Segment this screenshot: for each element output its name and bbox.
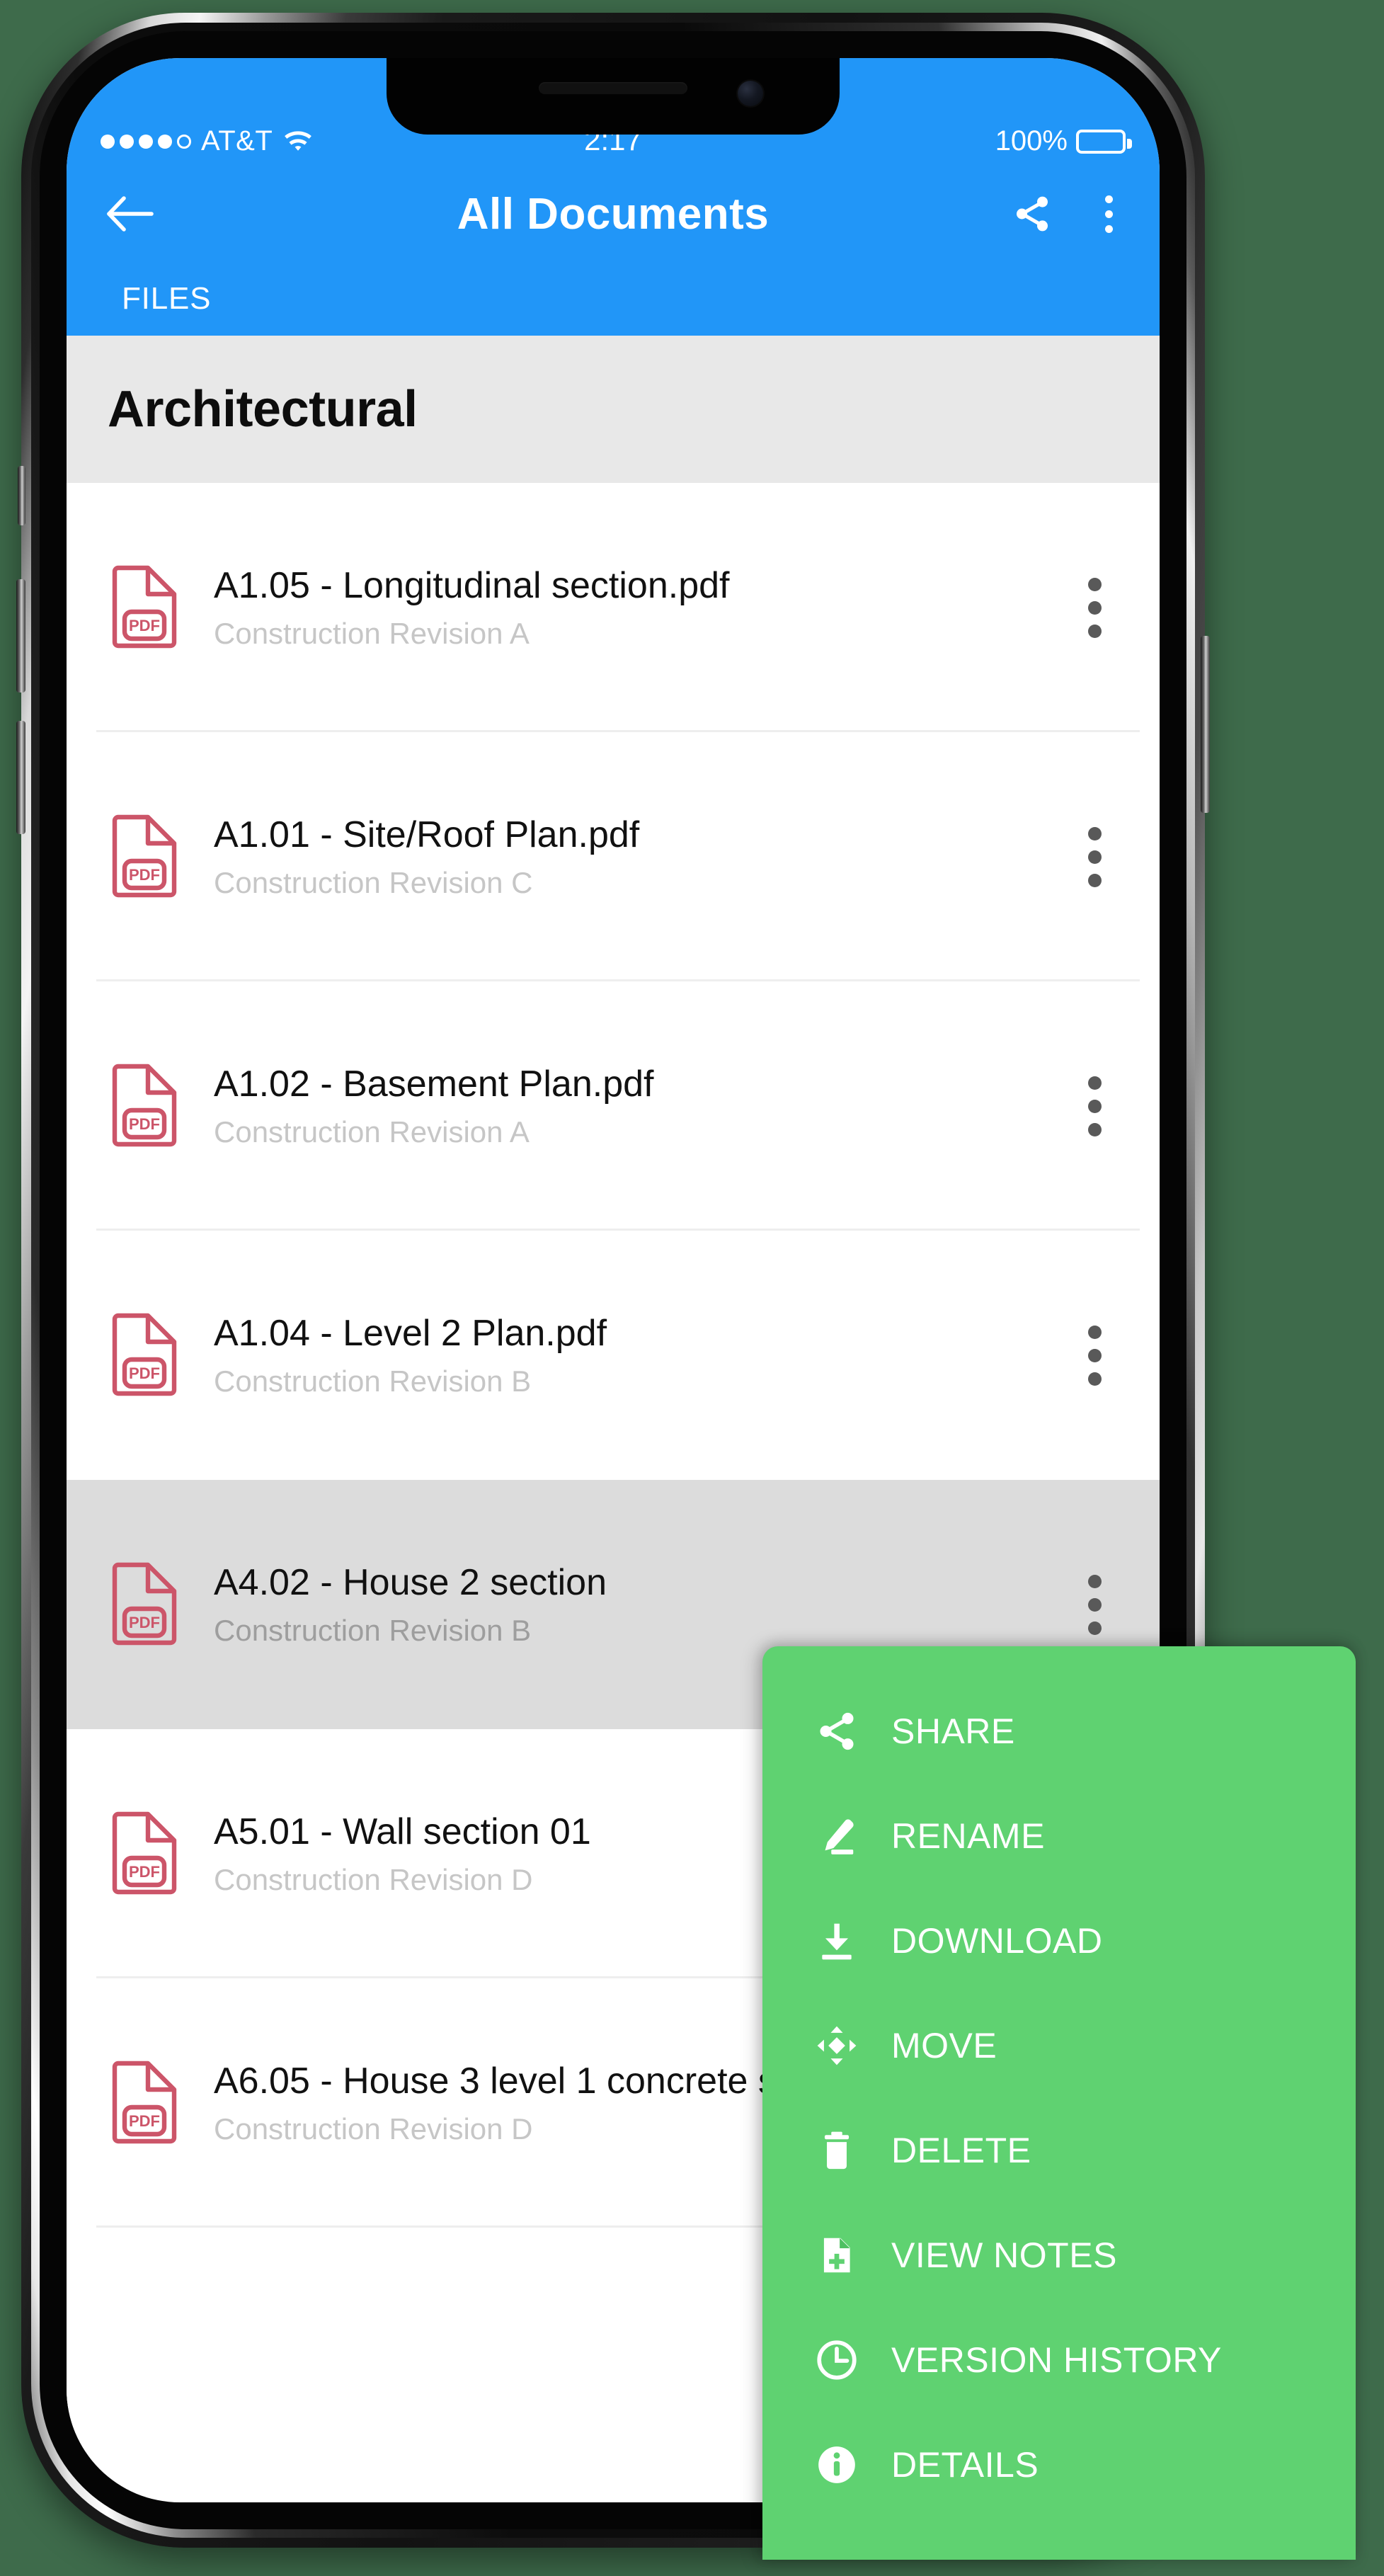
svg-text:PDF: PDF — [129, 1863, 160, 1881]
front-camera-icon — [738, 81, 763, 106]
file-name: A1.05 - Longitudinal section.pdf — [214, 565, 730, 607]
section-header: Architectural — [67, 336, 1160, 483]
pdf-file-icon: PDF — [109, 1313, 183, 1398]
share-icon[interactable] — [1010, 191, 1055, 236]
share-icon — [812, 1706, 862, 1756]
file-subtitle: Construction Revision A — [214, 1115, 530, 1149]
file-text: A1.05 - Longitudinal section.pdf Constru… — [214, 565, 1052, 649]
menu-item-version-history[interactable]: VERSION HISTORY — [762, 2308, 1356, 2412]
back-arrow-icon[interactable] — [103, 188, 156, 240]
signal-strength-icon — [101, 134, 191, 149]
file-text: A1.04 - Level 2 Plan.pdf Construction Re… — [214, 1313, 1052, 1397]
tab-bar: FILES — [67, 262, 1160, 336]
menu-item-label: MOVE — [891, 2026, 997, 2065]
row-more-vertical-icon[interactable] — [1069, 1574, 1120, 1635]
tab-files[interactable]: FILES — [122, 281, 211, 317]
table-row[interactable]: PDF A1.04 - Level 2 Plan.pdf Constructio… — [67, 1231, 1160, 1480]
row-more-vertical-icon[interactable] — [1069, 826, 1120, 887]
info-circle-icon — [812, 2440, 862, 2490]
file-text: A1.01 - Site/Roof Plan.pdf Construction … — [214, 814, 1052, 899]
menu-item-move[interactable]: MOVE — [762, 1993, 1356, 2098]
volume-down-button[interactable] — [16, 721, 25, 834]
menu-item-details[interactable]: DETAILS — [762, 2412, 1356, 2517]
section-title: Architectural — [108, 381, 418, 438]
battery-icon — [1076, 129, 1132, 154]
device-notch — [387, 58, 840, 135]
menu-item-label: SHARE — [891, 1711, 1015, 1751]
file-subtitle: Construction Revision C — [214, 865, 533, 899]
power-button[interactable] — [1201, 636, 1210, 813]
carrier-label: AT&T — [201, 125, 273, 156]
menu-item-view-notes[interactable]: VIEW NOTES — [762, 2203, 1356, 2308]
battery-percent-label: 100% — [995, 125, 1068, 156]
silent-switch[interactable] — [18, 466, 25, 525]
file-subtitle: Construction Revision A — [214, 616, 530, 650]
menu-item-download[interactable]: DOWNLOAD — [762, 1888, 1356, 1993]
note-add-icon — [812, 2230, 862, 2280]
file-name: A4.02 - House 2 section — [214, 1562, 607, 1604]
trash-icon — [812, 2126, 862, 2175]
file-text: A4.02 - House 2 section Construction Rev… — [214, 1562, 1052, 1646]
wifi-icon — [282, 130, 314, 154]
clock-history-icon — [812, 2335, 862, 2385]
app-bar-title-row: All Documents — [67, 166, 1160, 262]
file-name: A1.01 - Site/Roof Plan.pdf — [214, 814, 640, 856]
menu-item-rename[interactable]: RENAME — [762, 1784, 1356, 1888]
svg-text:PDF: PDF — [129, 1364, 160, 1382]
pdf-file-icon: PDF — [109, 1811, 183, 1896]
more-vertical-icon[interactable] — [1094, 195, 1123, 233]
pdf-file-icon: PDF — [109, 565, 183, 650]
menu-item-delete[interactable]: DELETE — [762, 2098, 1356, 2203]
file-name: A1.02 - Basement Plan.pdf — [214, 1064, 654, 1105]
earpiece-speaker-icon — [539, 82, 687, 94]
file-subtitle: Construction Revision B — [214, 1364, 532, 1398]
row-more-vertical-icon[interactable] — [1069, 577, 1120, 638]
context-menu: SHARE RENAME DOWNLOAD MOVE DELETE VIEW N… — [762, 1646, 1356, 2560]
svg-text:PDF: PDF — [129, 866, 160, 884]
pdf-file-icon: PDF — [109, 2061, 183, 2145]
menu-item-share[interactable]: SHARE — [762, 1679, 1356, 1784]
table-row[interactable]: PDF A1.02 - Basement Plan.pdf Constructi… — [67, 981, 1160, 1231]
pdf-file-icon: PDF — [109, 814, 183, 899]
table-row[interactable]: PDF A1.05 - Longitudinal section.pdf Con… — [67, 483, 1160, 732]
file-name: A1.04 - Level 2 Plan.pdf — [214, 1313, 607, 1355]
move-arrows-icon — [812, 2021, 862, 2070]
status-bar-left: AT&T — [101, 125, 314, 157]
row-more-vertical-icon[interactable] — [1069, 1325, 1120, 1386]
menu-item-label: VIEW NOTES — [891, 2235, 1117, 2275]
pdf-file-icon: PDF — [109, 1562, 183, 1647]
status-bar-right: 100% — [995, 125, 1132, 157]
svg-text:PDF: PDF — [129, 1115, 160, 1133]
menu-item-label: DOWNLOAD — [891, 1921, 1103, 1961]
menu-item-label: DELETE — [891, 2131, 1031, 2170]
page-title: All Documents — [457, 189, 770, 239]
svg-text:PDF: PDF — [129, 1614, 160, 1631]
volume-up-button[interactable] — [16, 579, 25, 693]
app-bar-actions — [1010, 191, 1123, 236]
menu-item-label: RENAME — [891, 1816, 1045, 1856]
svg-text:PDF: PDF — [129, 617, 160, 634]
row-more-vertical-icon[interactable] — [1069, 1076, 1120, 1136]
file-subtitle: Construction Revision B — [214, 1613, 532, 1647]
svg-text:PDF: PDF — [129, 2112, 160, 2130]
menu-item-label: VERSION HISTORY — [891, 2340, 1222, 2380]
pdf-file-icon: PDF — [109, 1064, 183, 1149]
download-icon — [812, 1916, 862, 1966]
file-text: A1.02 - Basement Plan.pdf Construction R… — [214, 1064, 1052, 1148]
pencil-edit-icon — [812, 1811, 862, 1861]
menu-item-label: DETAILS — [891, 2445, 1039, 2485]
table-row[interactable]: PDF A1.01 - Site/Roof Plan.pdf Construct… — [67, 732, 1160, 981]
